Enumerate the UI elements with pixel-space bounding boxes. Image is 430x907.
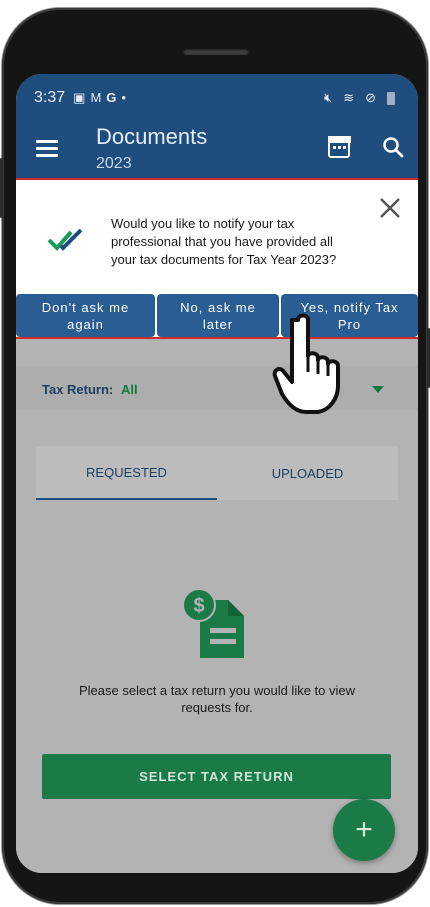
dnd-icon: ⊘ [365, 90, 376, 105]
app-bar: 3:37 ▣ M G • 🔇︎ ≋ ⊘ Documents 2023 [16, 74, 418, 178]
svg-text:$: $ [193, 595, 204, 617]
dialog-message: Would you like to notify your tax profes… [111, 216, 337, 267]
select-tax-return-button[interactable]: SELECT TAX RETURN [42, 754, 391, 799]
checkmark-icon [47, 228, 83, 251]
google-icon: G [106, 90, 117, 105]
document-dollar-icon: $ [182, 588, 244, 658]
volume-button [0, 158, 3, 218]
wifi-icon: ≋ [343, 90, 355, 105]
ask-later-button[interactable]: No, ask me later [157, 294, 279, 337]
page-title: Documents [96, 124, 208, 149]
search-icon[interactable] [382, 136, 404, 158]
screen: Tax Return: All REQUESTED UPLOADED $ Ple… [16, 74, 418, 873]
tab-uploaded[interactable]: UPLOADED [217, 446, 398, 500]
dropdown-arrow-icon[interactable] [372, 386, 384, 393]
phone-speaker [183, 48, 249, 55]
add-button[interactable]: + [333, 799, 395, 861]
notify-tax-pro-dialog: Would you like to notify your tax profes… [16, 178, 418, 339]
empty-state-message: Please select a tax return you would lik… [78, 683, 356, 715]
status-bar: 3:37 ▣ M G • 🔇︎ ≋ ⊘ [34, 88, 400, 108]
status-time: 3:37 [34, 89, 66, 106]
menu-icon[interactable] [36, 140, 58, 157]
phone-frame: Tax Return: All REQUESTED UPLOADED $ Ple… [0, 8, 430, 904]
dialog-buttons: Don't ask me again No, ask me later Yes,… [16, 294, 418, 338]
filter-label: Tax Return: [42, 382, 114, 397]
close-icon[interactable] [378, 196, 402, 220]
page-subtitle-year: 2023 [96, 155, 132, 172]
filter-value[interactable]: All [121, 382, 138, 397]
mute-icon: 🔇︎ [323, 90, 333, 105]
pointer-hand-icon [272, 313, 340, 414]
gallery-icon: ▣ [73, 90, 86, 105]
battery-icon [387, 91, 395, 105]
plus-icon: + [355, 813, 373, 846]
tab-requested[interactable]: REQUESTED [36, 446, 217, 500]
calendar-icon[interactable] [327, 135, 351, 158]
dot-icon: • [121, 90, 126, 105]
gmail-icon: M [90, 90, 102, 105]
tab-bar: REQUESTED UPLOADED [36, 446, 398, 500]
dont-ask-again-button[interactable]: Don't ask me again [16, 294, 155, 337]
